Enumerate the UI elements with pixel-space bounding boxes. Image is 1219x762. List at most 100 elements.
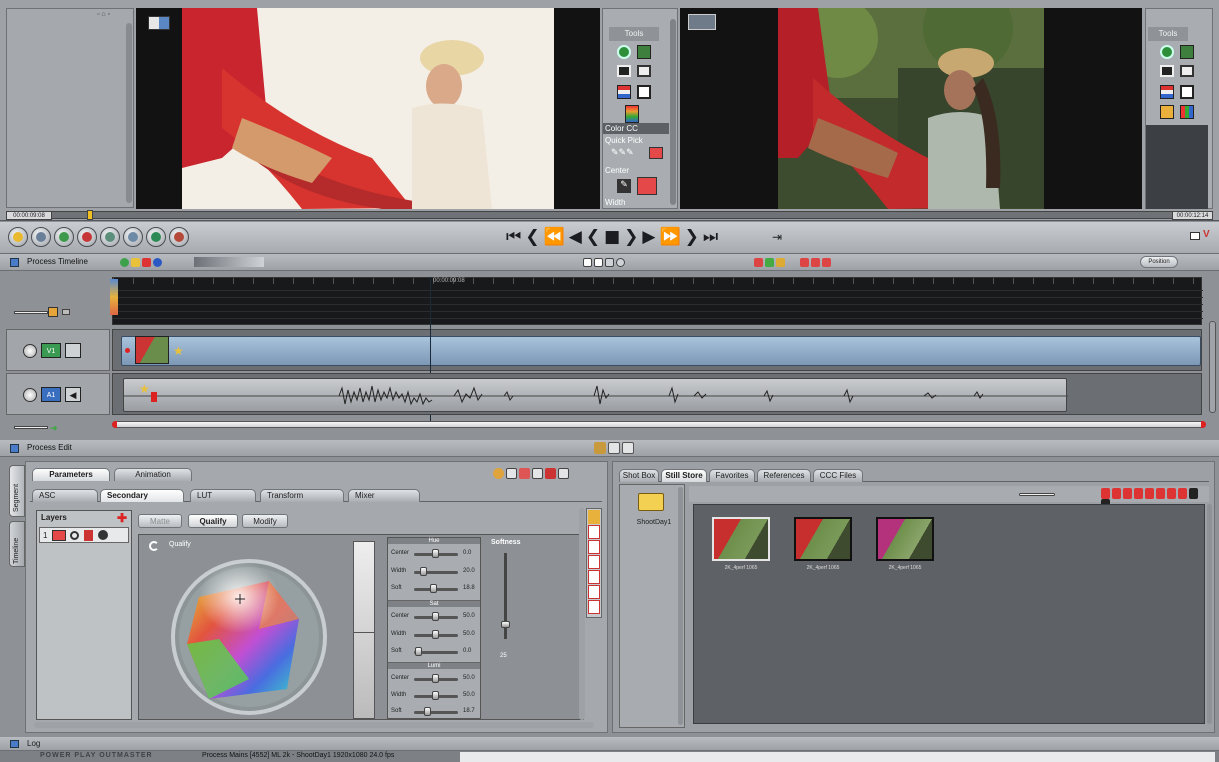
nodes-mode-button[interactable] [123, 227, 143, 247]
center-swatch[interactable] [637, 177, 657, 195]
clip-thumbnail[interactable] [135, 336, 169, 364]
audio-lock-icon[interactable] [23, 388, 37, 402]
tool-white-icon-right[interactable] [1180, 85, 1194, 99]
tool-on-icon[interactable] [588, 510, 600, 524]
scrub-bar[interactable] [6, 211, 1213, 219]
still-thumb-2[interactable] [794, 517, 852, 561]
sat-width-knob[interactable] [432, 630, 439, 639]
step-back-icon[interactable]: ◀ [569, 228, 582, 246]
audio-star-icon[interactable]: ★ [139, 382, 150, 396]
tool-grid-icon-right[interactable] [1160, 105, 1174, 119]
log-output-area[interactable] [460, 752, 1215, 762]
position-button[interactable]: Position [1140, 256, 1178, 268]
tool-palette-icon-right[interactable] [1180, 105, 1194, 119]
hue-width-knob[interactable] [420, 567, 427, 576]
tab-ccc-files[interactable]: CCC Files [813, 469, 863, 482]
timeline-ruler[interactable]: 00:00:09:08 [112, 277, 1203, 325]
layer-row[interactable]: 1 [39, 527, 129, 543]
zoom-minus-icon[interactable] [62, 309, 70, 315]
add-layer-icon[interactable]: ✚ [117, 511, 127, 525]
track-scrollbar[interactable] [1209, 321, 1216, 413]
video-track-lane[interactable]: ★ [112, 329, 1202, 371]
audio-clip[interactable] [123, 378, 1068, 412]
fast-forward-icon[interactable]: ⏩ [659, 228, 680, 246]
tab-transform[interactable]: Transform [260, 489, 344, 502]
tool-clear-icon[interactable] [588, 525, 600, 539]
side-tab-segment[interactable]: Segment [9, 465, 25, 517]
still-thumb-1[interactable] [712, 517, 770, 561]
tab-parameters[interactable]: Parameters [32, 468, 110, 481]
folder-icon[interactable] [638, 493, 664, 511]
edit-panel-icon[interactable] [10, 444, 19, 453]
tool-invert-icon[interactable] [588, 600, 600, 614]
tab-asc[interactable]: ASC [32, 489, 98, 502]
tool-layers-icon-right[interactable] [1180, 45, 1194, 59]
still-thumb-3[interactable] [876, 517, 934, 561]
tool-soft-icon[interactable] [588, 585, 600, 599]
center-eyedropper-icon[interactable]: ✎ [617, 179, 631, 193]
speaker-icon[interactable]: ◀ [65, 387, 81, 402]
color-wheel[interactable] [169, 549, 329, 717]
tool-target-icon-right[interactable] [1160, 45, 1174, 59]
tool-gradient-icon[interactable] [625, 105, 639, 123]
stills-vscroll[interactable] [1207, 504, 1212, 724]
lum-width-knob[interactable] [432, 691, 439, 700]
zoom-slider-bottom[interactable] [14, 426, 48, 429]
edit-layout-icons[interactable] [594, 442, 636, 454]
bookmark-mode-button[interactable] [77, 227, 97, 247]
window-toggle-icon[interactable] [1190, 232, 1200, 240]
side-tab-timeline[interactable]: Timeline [9, 521, 25, 567]
tool-subtract-icon[interactable] [588, 570, 600, 584]
rewind-icon[interactable]: ⏪ [544, 228, 565, 246]
eyedropper-icons[interactable]: ✎✎✎ [611, 147, 634, 158]
softness-knob[interactable] [501, 621, 510, 628]
log-panel-icon[interactable] [10, 740, 19, 748]
stop-icon[interactable]: ■ [604, 228, 620, 246]
lum-center-knob[interactable] [432, 674, 439, 683]
quickpick-swatch[interactable] [649, 147, 663, 159]
tool-stack-icon-right[interactable] [1160, 85, 1174, 99]
thumb-size-slider[interactable] [1019, 493, 1055, 496]
view-mode-icons[interactable] [583, 257, 627, 268]
sat-soft-knob[interactable] [415, 647, 422, 656]
zoom-slider[interactable] [14, 311, 48, 314]
tool-frame-icon[interactable] [637, 65, 651, 77]
layer-flag-icon[interactable] [84, 530, 93, 541]
v-icon[interactable]: V [1203, 229, 1210, 240]
tab-animation[interactable]: Animation [114, 468, 192, 481]
layer-visibility-icon[interactable] [70, 531, 79, 540]
monitor-screen-icon[interactable] [688, 14, 716, 30]
warning-mode-button[interactable] [8, 227, 28, 247]
lum-soft-slider[interactable] [414, 711, 458, 714]
timeline-snap-icon[interactable] [194, 257, 264, 267]
layer-mode-icon[interactable] [98, 530, 108, 540]
matte-button[interactable]: Matte [138, 514, 182, 528]
pane-action-icons[interactable] [493, 468, 571, 480]
prev-icon[interactable]: ❮ [525, 228, 539, 246]
audio-track-lane[interactable]: ★ [112, 373, 1202, 415]
lum-strip[interactable] [353, 541, 375, 719]
pane-hscroll[interactable] [34, 722, 594, 728]
prev-frame-icon[interactable]: ❮ [586, 228, 600, 246]
lum-soft-knob[interactable] [424, 707, 431, 716]
tool-bars-icon-right[interactable] [1160, 65, 1174, 77]
pane-vscroll[interactable] [579, 508, 585, 720]
tab-shot-box[interactable]: Shot Box [619, 469, 659, 482]
hue-center-knob[interactable] [432, 549, 439, 558]
source-monitor[interactable] [136, 8, 600, 209]
side-panel-scrollbar[interactable] [126, 23, 132, 203]
next-icon[interactable]: ❯ [685, 228, 699, 246]
ruler-side-icon[interactable] [110, 279, 118, 315]
tool-picker-icon[interactable] [588, 540, 600, 554]
go-start-icon[interactable]: ⏮ [506, 228, 521, 246]
clip-star-icon[interactable]: ★ [173, 344, 184, 358]
folder-label[interactable]: ShootDay1 [624, 519, 684, 526]
video-track-label[interactable]: V1 [41, 343, 61, 358]
zoom-knob-icon[interactable] [48, 307, 58, 317]
marker-icons[interactable] [754, 257, 833, 268]
play-icon[interactable]: ▶ [642, 228, 655, 246]
tab-still-store[interactable]: Still Store [661, 469, 707, 482]
timeline-hscroll[interactable] [112, 421, 1206, 428]
tab-lut[interactable]: LUT [190, 489, 256, 502]
modify-button[interactable]: Modify [242, 514, 288, 528]
